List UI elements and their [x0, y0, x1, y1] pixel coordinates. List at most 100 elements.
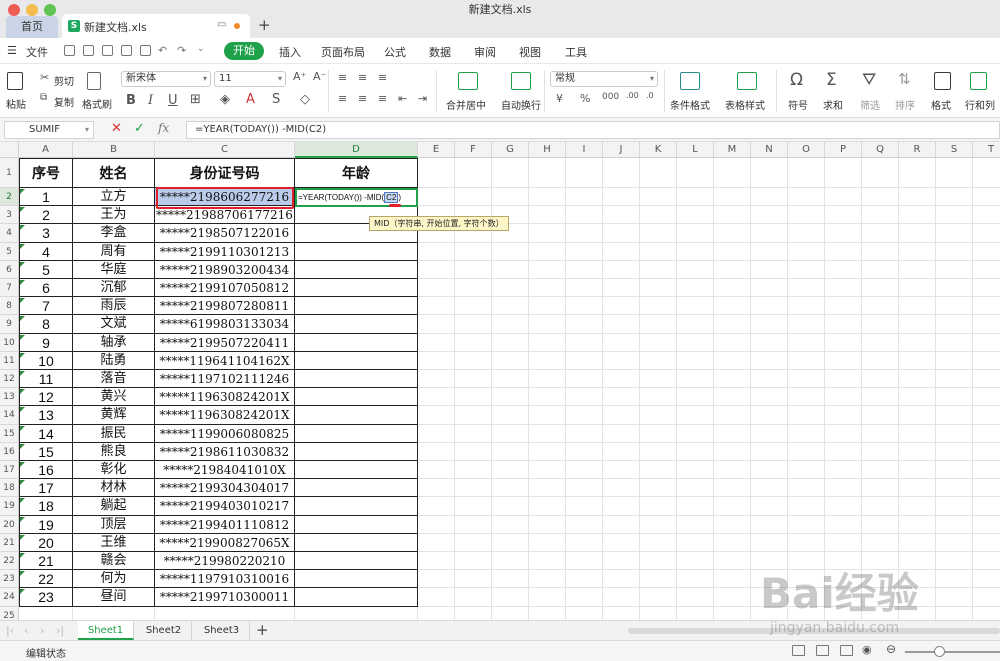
symbol-icon[interactable]: Ω: [790, 70, 803, 90]
grid-cell[interactable]: [603, 461, 640, 480]
grid-cell[interactable]: [677, 497, 714, 516]
grid-cell[interactable]: [603, 424, 640, 443]
header-name[interactable]: 姓名: [73, 158, 155, 188]
cell-age[interactable]: [295, 552, 418, 571]
menu-formulas[interactable]: 公式: [384, 44, 406, 60]
cell-seq[interactable]: 18: [19, 497, 73, 516]
column-header-n[interactable]: N: [751, 142, 788, 158]
print-icon[interactable]: [121, 45, 132, 56]
open-folder-icon[interactable]: [64, 45, 75, 56]
grid-cell[interactable]: [825, 224, 862, 243]
cell-id[interactable]: *****2198611030832: [155, 442, 295, 461]
grid-cell[interactable]: [19, 606, 73, 620]
grid-cell[interactable]: [418, 515, 455, 534]
grid-cell[interactable]: [788, 224, 825, 243]
merge-center-icon[interactable]: [458, 72, 478, 90]
row-header-5[interactable]: 5: [0, 242, 19, 261]
grid-cell[interactable]: [936, 388, 973, 407]
grid-cell[interactable]: [825, 351, 862, 370]
table-style-button[interactable]: 表格样式: [725, 97, 765, 112]
column-header-m[interactable]: M: [714, 142, 751, 158]
cell-id[interactable]: *****119641104162X: [155, 351, 295, 370]
column-header-o[interactable]: O: [788, 142, 825, 158]
grid-cell[interactable]: [566, 570, 603, 589]
grid-cell[interactable]: [973, 497, 1000, 516]
row-header-8[interactable]: 8: [0, 297, 19, 316]
cell-age[interactable]: [295, 424, 418, 443]
grid-cell[interactable]: [862, 206, 899, 225]
cell-seq[interactable]: 4: [19, 242, 73, 261]
row-header-25[interactable]: 25: [0, 606, 19, 620]
row-header-17[interactable]: 17: [0, 461, 19, 480]
grid-cell[interactable]: [825, 279, 862, 298]
grid-cell[interactable]: [825, 497, 862, 516]
grid-cell[interactable]: [936, 424, 973, 443]
grid-cell[interactable]: [677, 461, 714, 480]
row-header-1[interactable]: 1: [0, 158, 19, 188]
grid-cell[interactable]: [825, 442, 862, 461]
grid-cell[interactable]: [973, 297, 1000, 316]
grid-cell[interactable]: [825, 479, 862, 498]
font-size-select[interactable]: 11 ▾: [214, 71, 286, 87]
sum-button[interactable]: 求和: [823, 97, 843, 112]
grid-cell[interactable]: [603, 260, 640, 279]
grid-cell[interactable]: [899, 388, 936, 407]
export-icon[interactable]: [102, 45, 113, 56]
grid-cell[interactable]: [566, 224, 603, 243]
grid-cell[interactable]: [529, 188, 566, 207]
cell-age[interactable]: [295, 461, 418, 480]
grid-cell[interactable]: [492, 552, 529, 571]
grid-cell[interactable]: [603, 224, 640, 243]
grid-cell[interactable]: [529, 424, 566, 443]
grid-cell[interactable]: [751, 260, 788, 279]
grid-cell[interactable]: [418, 158, 455, 188]
grid-cell[interactable]: [566, 552, 603, 571]
grid-cell[interactable]: [936, 497, 973, 516]
grid-cell[interactable]: [455, 315, 492, 334]
grid-cell[interactable]: [973, 243, 1000, 261]
grid-cell[interactable]: [455, 242, 492, 261]
cell-name[interactable]: 黄辉: [73, 406, 155, 425]
row-col-button[interactable]: 行和列: [965, 97, 995, 112]
grid-cell[interactable]: [603, 606, 640, 620]
grid-cell[interactable]: [936, 224, 973, 243]
grid-cell[interactable]: [418, 461, 455, 480]
grid-cell[interactable]: [788, 370, 825, 389]
grid-cell[interactable]: [455, 606, 492, 620]
grid-cell[interactable]: [155, 606, 295, 620]
grid-cell[interactable]: [640, 552, 677, 571]
grid-cell[interactable]: [714, 351, 751, 370]
grid-cell[interactable]: [455, 388, 492, 407]
cell-id[interactable]: *****1199006080825: [155, 424, 295, 443]
grid-cell[interactable]: [751, 242, 788, 261]
grid-cell[interactable]: [862, 333, 899, 352]
column-header-k[interactable]: K: [640, 142, 677, 158]
cell-id[interactable]: *****2199807280811: [155, 297, 295, 316]
grid-cell[interactable]: [603, 206, 640, 225]
grid-cell[interactable]: [455, 533, 492, 552]
grid-cell[interactable]: [566, 479, 603, 498]
menu-view[interactable]: 视图: [519, 44, 541, 60]
grid-cell[interactable]: [677, 424, 714, 443]
header-seq[interactable]: 序号: [19, 158, 73, 188]
grid-cell[interactable]: [714, 533, 751, 552]
grid-cell[interactable]: [677, 333, 714, 352]
grid-cell[interactable]: [862, 424, 899, 443]
grid-cell[interactable]: [640, 260, 677, 279]
cell-seq[interactable]: 11: [19, 370, 73, 389]
grid-cell[interactable]: [677, 406, 714, 425]
grid-cell[interactable]: [603, 552, 640, 571]
grid-cell[interactable]: [714, 588, 751, 607]
row-col-icon[interactable]: [970, 72, 987, 90]
grid-cell[interactable]: [825, 188, 862, 207]
grid-cell[interactable]: [936, 279, 973, 298]
grid-cell[interactable]: [492, 260, 529, 279]
cell-seq[interactable]: 15: [19, 442, 73, 461]
cell-name[interactable]: 顶层: [73, 515, 155, 534]
grid-cell[interactable]: [529, 533, 566, 552]
thousands-icon[interactable]: 000: [602, 92, 619, 102]
font-color-icon[interactable]: A: [246, 92, 255, 107]
zoom-slider-handle[interactable]: [934, 646, 945, 657]
grid-cell[interactable]: [529, 158, 566, 188]
grid-cell[interactable]: [640, 406, 677, 425]
